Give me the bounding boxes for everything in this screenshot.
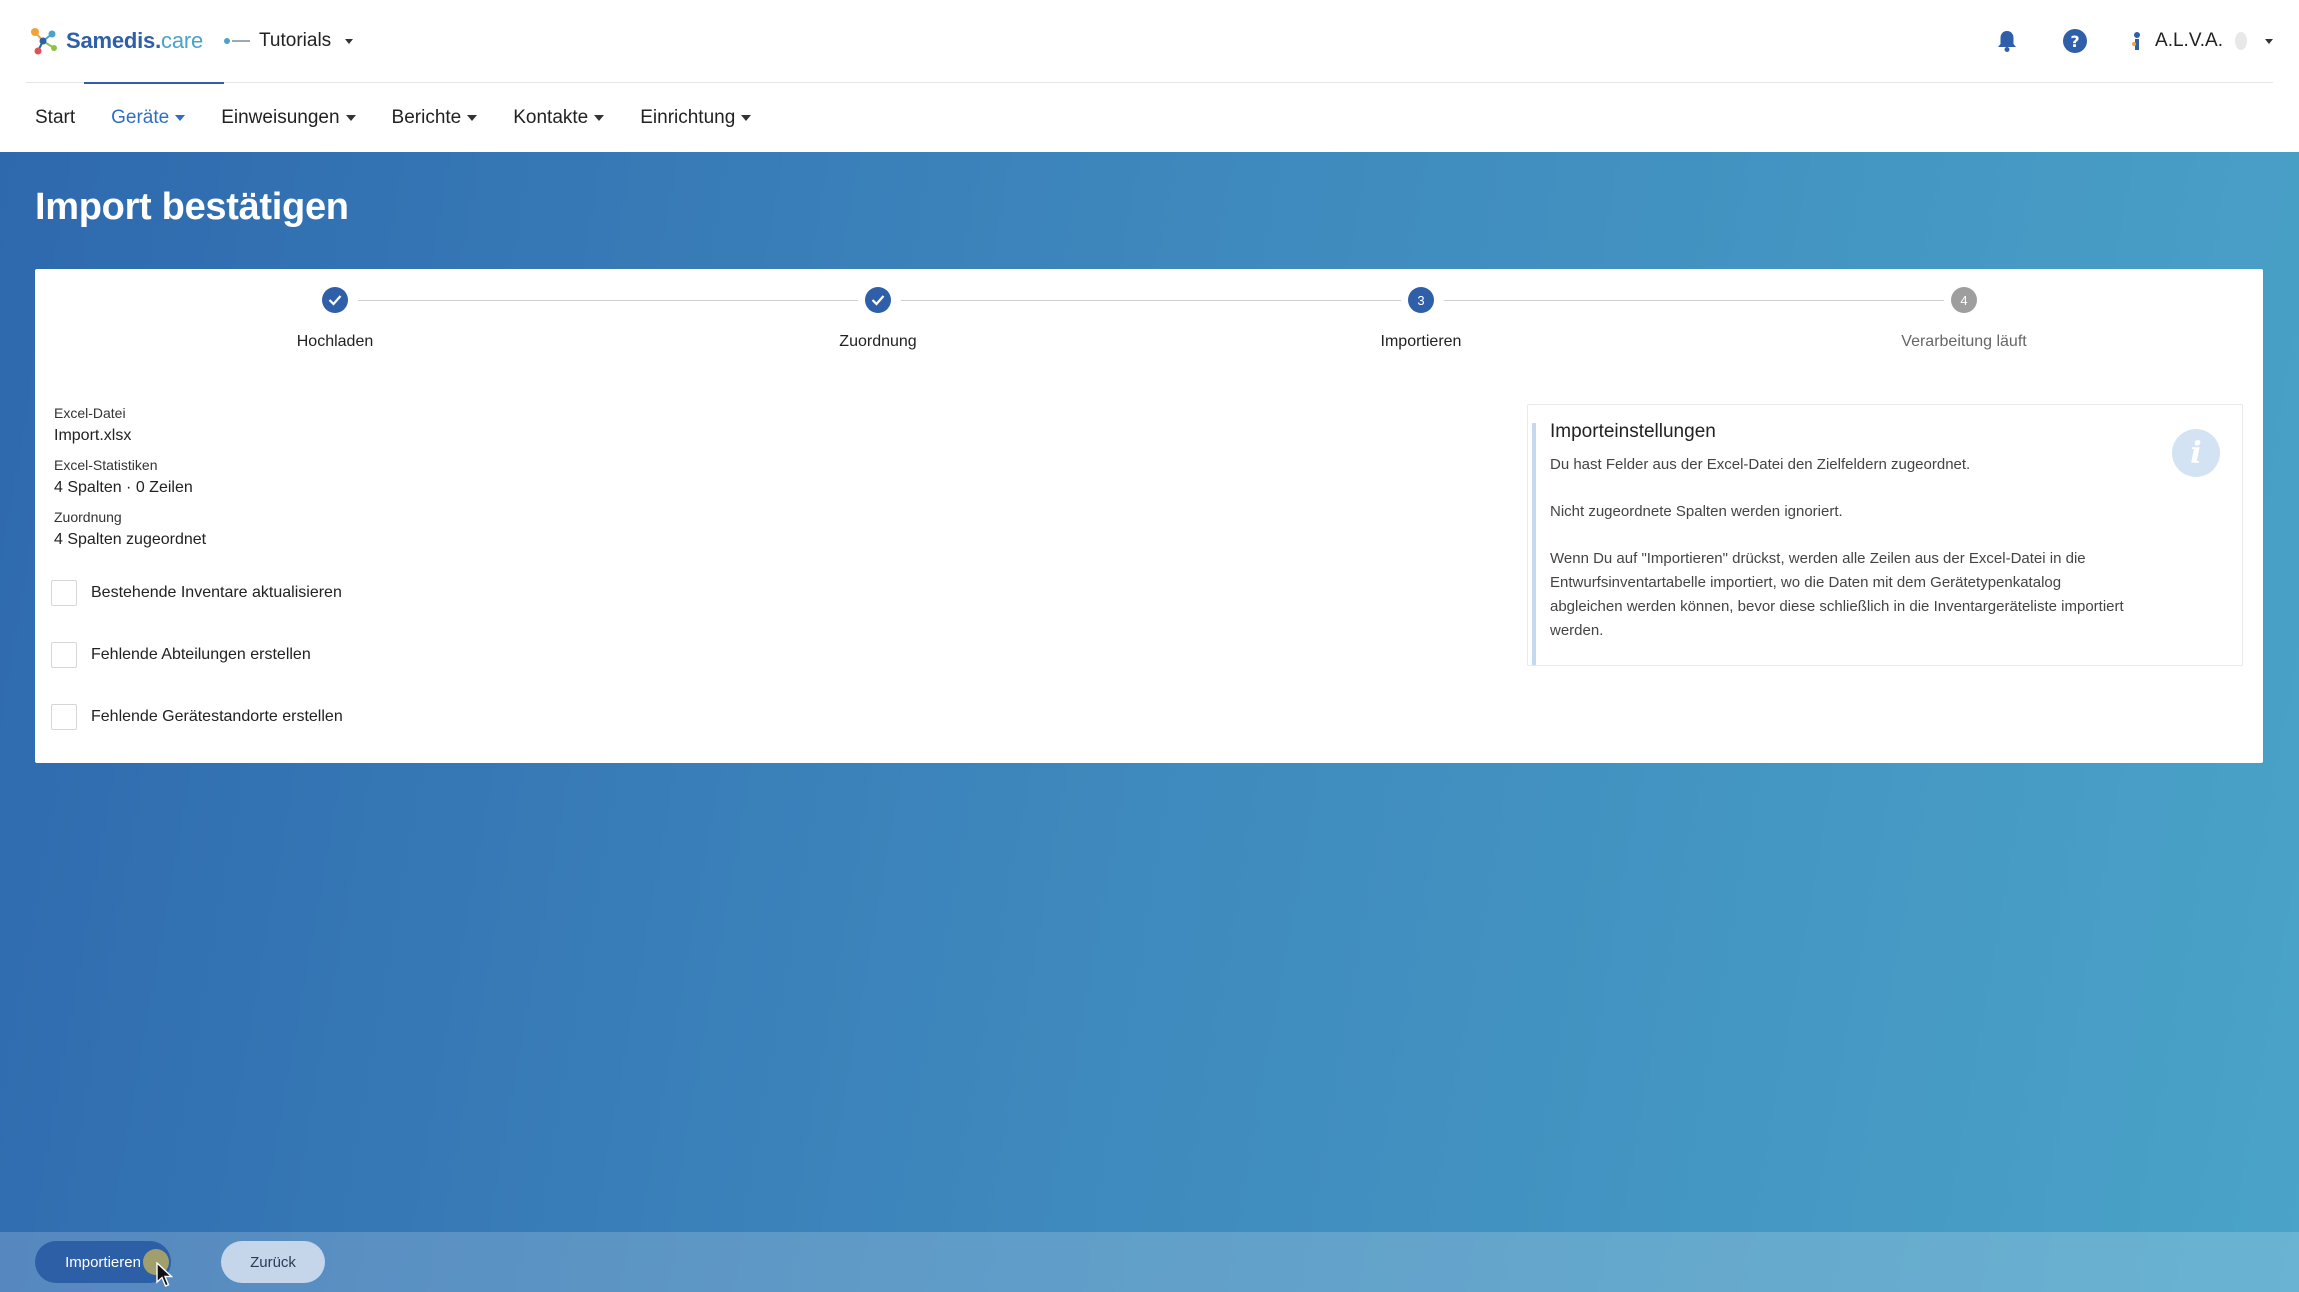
info-icon: i: [2172, 429, 2220, 477]
step-number: 3: [1408, 287, 1434, 313]
nav-einrichtung[interactable]: Einrichtung: [640, 107, 752, 129]
update-inventory-checkbox[interactable]: [51, 580, 77, 606]
tenant-logo-icon: [224, 38, 251, 44]
bell-icon: [1998, 31, 2017, 52]
help-icon: ?: [2063, 29, 2088, 53]
header-row: Samedis.care Tutorials ? A.L.V.A.: [26, 0, 2273, 84]
logo-underline: [84, 81, 224, 84]
import-card: Hochladen Zuordnung 3 Importieren 4 Vera…: [35, 269, 2263, 763]
checkbox-label: Bestehende Inventare aktualisieren: [91, 584, 342, 601]
tenant-selector[interactable]: Tutorials: [223, 30, 354, 52]
mouse-pointer-icon: [156, 1262, 174, 1287]
field-value: 4 Spalten zugeordnet: [54, 531, 207, 548]
step-label: Verarbeitung läuft: [1901, 333, 2027, 350]
mapping-field: Zuordnung 4 Spalten zugeordnet: [54, 509, 206, 549]
chevron-down-icon: [2265, 38, 2273, 44]
svg-text:?: ?: [2070, 32, 2079, 51]
import-summary: Excel-Datei Import.xlsx Excel-Statistike…: [54, 405, 206, 561]
chevron-down-icon: [741, 115, 752, 121]
action-bar: Importieren Zurück: [0, 1232, 2299, 1292]
step-hochladen[interactable]: Hochladen: [185, 287, 485, 351]
info-paragraph: Nicht zugeordnete Spalten werden ignorie…: [1550, 503, 1843, 520]
create-locations-checkbox[interactable]: [51, 704, 77, 730]
field-value: Import.xlsx: [54, 427, 132, 444]
header-actions: ? A.L.V.A.: [1993, 27, 2273, 55]
info-title: Importeinstellungen: [1550, 421, 1716, 442]
checkbox-label: Fehlende Abteilungen erstellen: [91, 646, 311, 663]
brand-name: Samedis.care: [66, 28, 204, 53]
create-departments-checkbox[interactable]: [51, 642, 77, 668]
chevron-down-icon: [175, 115, 186, 121]
info-text: Du hast Felder aus der Excel-Datei den Z…: [1550, 453, 2130, 643]
avatar-icon: [2235, 32, 2247, 50]
user-menu[interactable]: A.L.V.A.: [2129, 30, 2273, 52]
excel-file-field: Excel-Datei Import.xlsx: [54, 405, 206, 445]
notifications-button[interactable]: [1993, 27, 2021, 55]
info-content: Importeinstellungen Du hast Felder aus d…: [1532, 421, 2242, 665]
field-label: Excel-Statistiken: [54, 457, 158, 473]
page-title: Import bestätigen: [35, 186, 349, 228]
user-logo-icon: [2132, 32, 2141, 50]
field-label: Excel-Datei: [54, 405, 126, 421]
info-paragraph: Wenn Du auf "Importieren" drückst, werde…: [1550, 550, 2124, 639]
create-departments-option[interactable]: Fehlende Abteilungen erstellen: [51, 642, 311, 668]
back-button[interactable]: Zurück: [221, 1241, 325, 1283]
nav-einweisungen[interactable]: Einweisungen: [221, 107, 356, 129]
import-stepper: Hochladen Zuordnung 3 Importieren 4 Vera…: [35, 287, 2263, 367]
step-label: Importieren: [1380, 333, 1462, 350]
step-label: Zuordnung: [839, 333, 917, 350]
step-zuordnung[interactable]: Zuordnung: [728, 287, 1028, 351]
help-button[interactable]: ?: [2061, 27, 2089, 55]
checkmark-icon: [865, 287, 891, 313]
chevron-down-icon: [594, 115, 605, 121]
step-number: 4: [1951, 287, 1977, 313]
excel-stats-field: Excel-Statistiken 4 Spalten · 0 Zeilen: [54, 457, 206, 497]
nav-start[interactable]: Start: [35, 107, 75, 129]
checkmark-icon: [322, 287, 348, 313]
user-name: A.L.V.A.: [2155, 30, 2223, 51]
molecule-logo-icon: [31, 28, 57, 55]
brand-logo[interactable]: Samedis.care: [26, 0, 224, 84]
main-nav: Start Geräte Einweisungen Berichte Konta…: [35, 90, 752, 146]
step-verarbeitung: 4 Verarbeitung läuft: [1814, 287, 2114, 351]
nav-berichte[interactable]: Berichte: [392, 107, 478, 129]
tenant-label: Tutorials: [259, 30, 332, 51]
step-importieren: 3 Importieren: [1271, 287, 1571, 351]
create-locations-option[interactable]: Fehlende Gerätestandorte erstellen: [51, 704, 343, 730]
info-paragraph: Du hast Felder aus der Excel-Datei den Z…: [1550, 456, 1971, 473]
checkbox-label: Fehlende Gerätestandorte erstellen: [91, 708, 343, 725]
chevron-down-icon: [345, 115, 356, 121]
update-inventory-option[interactable]: Bestehende Inventare aktualisieren: [51, 580, 342, 606]
step-label: Hochladen: [296, 333, 374, 350]
top-header: Samedis.care Tutorials ? A.L.V.A. Start …: [0, 0, 2299, 152]
import-settings-info: Importeinstellungen Du hast Felder aus d…: [1527, 404, 2243, 666]
field-value: 4 Spalten · 0 Zeilen: [54, 479, 193, 496]
nav-geraete[interactable]: Geräte: [111, 107, 186, 129]
nav-kontakte[interactable]: Kontakte: [513, 107, 605, 129]
chevron-down-icon: [467, 115, 478, 121]
chevron-down-icon: [345, 38, 354, 44]
field-label: Zuordnung: [54, 509, 122, 525]
